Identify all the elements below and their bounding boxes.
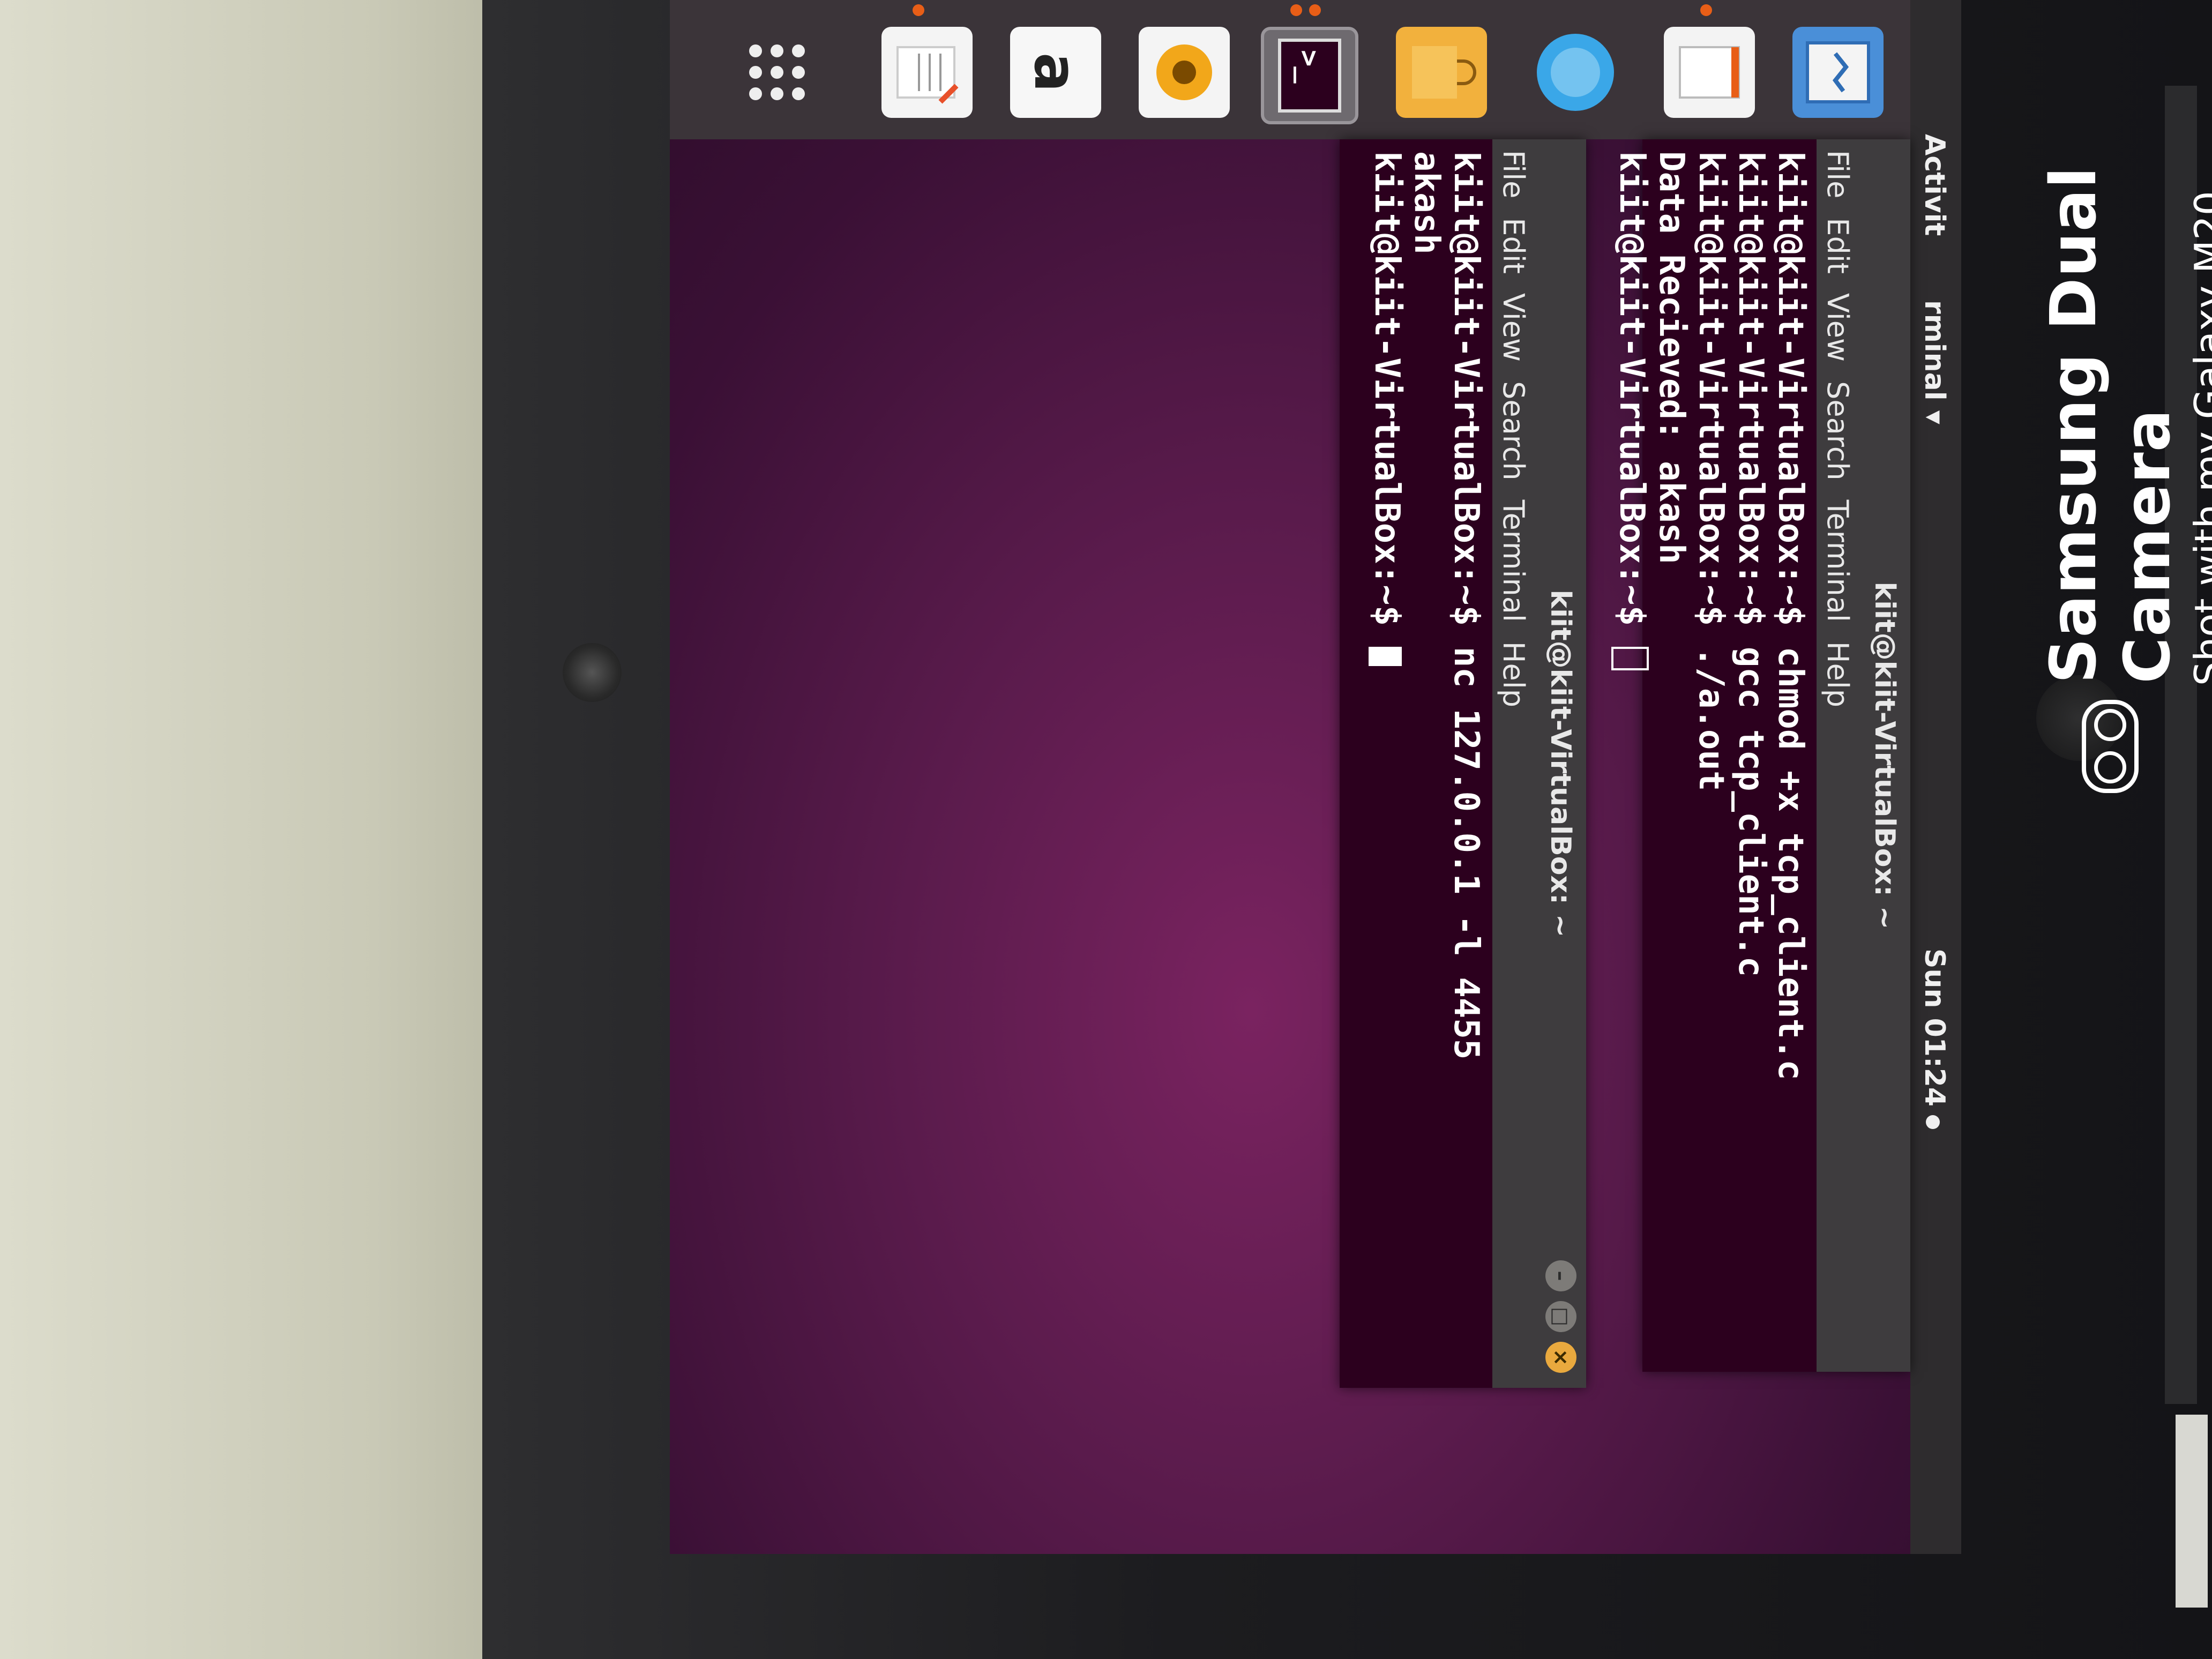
running-indicator [913,4,924,16]
terminal-line: kiit@kiit-VirtualBox:~$ chmod +x tcp_cli… [1770,151,1810,1080]
terminal-icon: >_ [1278,39,1341,113]
ubuntu-desktop: Activit rminal ▾ Sun 01:24 >_ a kiit@kii… [670,0,1961,1554]
notification-dot [1926,1115,1940,1130]
dock: >_ a [670,0,1910,139]
close-button[interactable]: × [1545,1342,1576,1373]
menu-search[interactable]: Search [1497,381,1531,481]
menu-bar: File Edit View Search Terminal Help [1817,139,1859,1372]
app-grid-icon [749,44,805,100]
dual-camera-icon [2082,699,2139,793]
menu-view[interactable]: View [1821,293,1855,362]
text-editor-icon[interactable] [1664,27,1755,118]
menu-terminal[interactable]: Terminal [1821,500,1855,622]
terminal-output[interactable]: kiit@kiit-VirtualBox:~$ nc 127.0.0.1 -l … [1361,139,1492,1388]
menu-search[interactable]: Search [1821,381,1855,481]
app-menu[interactable]: rminal ▾ [1918,300,1951,424]
terminal-line: kiit@kiit-VirtualBox:~$ ./a.out [1691,151,1731,791]
window-title: kiit@kiit-VirtualBox: ~ [1859,139,1910,1372]
notes-icon[interactable] [881,27,973,118]
cursor [1368,646,1402,666]
menu-edit[interactable]: Edit [1821,218,1855,274]
terminal-prompt-line: kiit@kiit-VirtualBox:~$ [1611,151,1651,1360]
menu-file[interactable]: File [1821,150,1855,198]
webcam [563,643,622,702]
window-titlebar: kiit@kiit-VirtualBox: ~ – □ × [1535,139,1586,1388]
wall-background [0,0,536,1659]
terminal-line: kiit@kiit-VirtualBox:~$ gcc tcp_client.c [1731,151,1770,977]
watermark-brand-row: Samsung Dual Camera [2036,0,2184,793]
maximize-button[interactable]: □ [1545,1301,1576,1332]
top-bar: Activit rminal ▾ Sun 01:24 [1910,0,1961,1554]
minimize-button[interactable]: – [1545,1260,1576,1291]
terminal-window-back[interactable]: kiit@kiit-VirtualBox: ~ File Edit View S… [1611,139,1910,1372]
terminal-line: Data Recieved: akash [1651,151,1691,564]
notepad-icon [896,46,959,104]
prompt-text: kiit@kiit-VirtualBox:~$ [1612,151,1651,647]
wall-strip [2176,1415,2208,1608]
page-icon [1679,46,1740,99]
running-indicator [1700,4,1712,16]
document-icon [1806,41,1870,103]
rhythmbox-icon[interactable] [1139,27,1230,118]
running-indicator [1309,4,1321,16]
activities-button[interactable]: Activit [1918,134,1951,236]
clock-text: Sun 01:24 [1918,948,1951,1107]
terminal-output[interactable]: kiit@kiit-VirtualBox:~$ chmod +x tcp_cli… [1605,139,1817,1372]
window-title: kiit@kiit-VirtualBox: ~ [1544,589,1577,938]
camera-watermark: Samsung Dual Camera Shot with my Galaxy … [2036,0,2212,793]
menu-edit[interactable]: Edit [1497,218,1531,274]
clock[interactable]: Sun 01:24 [1918,948,1951,1130]
menu-help[interactable]: Help [1497,641,1531,707]
globe-icon [1537,34,1614,111]
menu-help[interactable]: Help [1821,641,1855,707]
watermark-brand: Samsung Dual Camera [2036,166,2184,684]
prompt-text: kiit@kiit-VirtualBox:~$ [1367,151,1407,647]
menu-view[interactable]: View [1497,293,1531,362]
terminal-prompt-line: kiit@kiit-VirtualBox:~$ [1367,151,1407,1376]
menu-terminal[interactable]: Terminal [1497,500,1531,622]
show-applications-button[interactable] [731,27,823,118]
amazon-glyph: a [1021,52,1090,93]
watermark-subtitle: Shot with my Galaxy M20 [2186,191,2212,686]
terminal-window-front[interactable]: kiit@kiit-VirtualBox: ~ – □ × File Edit … [1340,139,1586,1388]
running-indicator [1290,4,1302,16]
amazon-icon[interactable]: a [1010,27,1101,118]
speaker-icon [1156,44,1212,100]
files-icon[interactable] [1792,27,1884,118]
terminal-line: kiit@kiit-VirtualBox:~$ nc 127.0.0.1 -l … [1446,151,1486,1060]
svg-text:>_: >_ [1293,50,1325,84]
window-controls: – □ × [1545,1251,1576,1373]
browser-icon[interactable] [1530,27,1621,118]
menu-bar: File Edit View Search Terminal Help [1492,139,1535,1388]
software-store-icon[interactable] [1396,27,1487,118]
terminal-dock-icon[interactable]: >_ [1261,27,1358,124]
terminal-line: akash [1407,151,1446,255]
shopping-bag-icon [1412,46,1476,99]
cursor [1611,646,1649,670]
menu-file[interactable]: File [1497,150,1531,198]
